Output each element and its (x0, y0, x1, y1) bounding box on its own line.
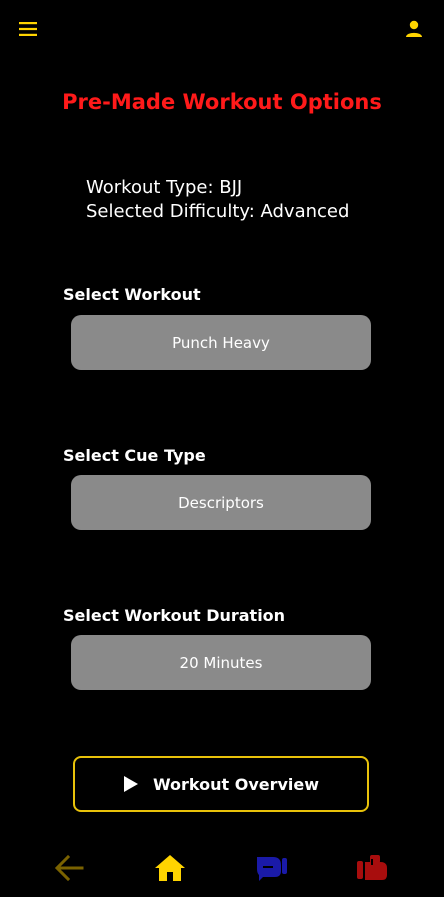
bottom-navigation (0, 840, 444, 897)
boxing-glove-icon (257, 857, 287, 881)
nav-glove[interactable] (352, 848, 392, 888)
menu-icon (19, 22, 37, 36)
person-icon (406, 20, 422, 37)
select-cue-type-button[interactable]: Descriptors (71, 475, 371, 530)
menu-button[interactable] (14, 15, 42, 43)
select-workout-button[interactable]: Punch Heavy (71, 315, 371, 370)
select-cue-type-value: Descriptors (178, 493, 264, 512)
select-duration-button[interactable]: 20 Minutes (71, 635, 371, 690)
difficulty-text: Selected Difficulty: Advanced (86, 201, 350, 222)
nav-back[interactable] (49, 848, 89, 888)
select-workout-label: Select Workout (63, 285, 201, 304)
nav-boxing[interactable] (251, 848, 291, 888)
page-title: Pre-Made Workout Options (62, 90, 382, 114)
glove-icon (357, 855, 387, 880)
select-duration-label: Select Workout Duration (63, 606, 286, 625)
play-icon (123, 776, 138, 792)
workout-type-text: Workout Type: BJJ (86, 177, 243, 198)
home-icon (155, 855, 185, 881)
workout-info: Workout Type: BJJ Selected Difficulty: A… (86, 176, 349, 224)
workout-overview-label: Workout Overview (152, 774, 320, 794)
nav-home[interactable] (150, 848, 190, 888)
workout-overview-button[interactable]: Workout Overview (73, 756, 369, 812)
profile-button[interactable] (400, 15, 428, 43)
select-duration-value: 20 Minutes (179, 653, 263, 672)
top-app-bar (0, 0, 444, 58)
arrow-left-icon (54, 855, 84, 881)
select-workout-value: Punch Heavy (172, 333, 270, 352)
select-cue-type-label: Select Cue Type (63, 446, 206, 465)
